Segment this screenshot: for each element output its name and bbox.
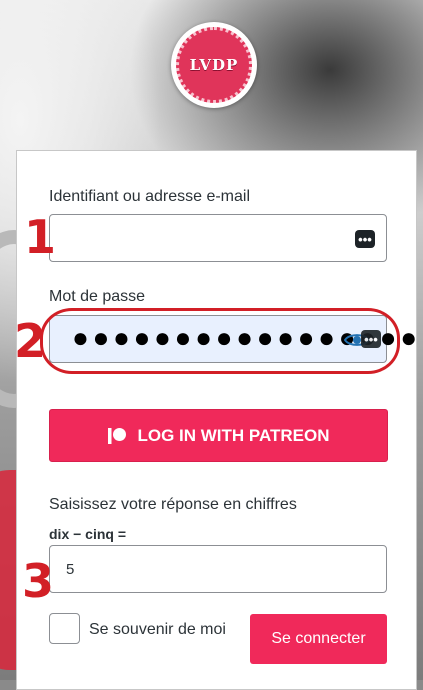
login-submit-button[interactable]: Se connecter	[250, 614, 387, 664]
logo-text: LVDP	[189, 56, 239, 74]
remember-me-label[interactable]: Se souvenir de moi	[89, 621, 226, 639]
username-input[interactable]	[50, 215, 386, 261]
annotation-number: 1	[24, 210, 57, 264]
annotation-number: 3	[22, 554, 55, 608]
patreon-icon	[108, 427, 127, 444]
captcha-expression: dix − cinq =	[49, 526, 127, 542]
remember-me-checkbox[interactable]	[49, 613, 80, 644]
username-field[interactable]: •••	[49, 214, 387, 262]
username-label: Identifiant ou adresse e-mail	[49, 188, 250, 205]
captcha-field[interactable]	[49, 545, 387, 593]
captcha-prompt: Saisissez votre réponse en chiffres	[49, 496, 297, 513]
password-manager-icon[interactable]: •••	[355, 230, 375, 248]
patreon-button-label: LOG IN WITH PATREON	[137, 425, 330, 445]
logo-badge: LVDP	[176, 27, 252, 103]
captcha-input[interactable]	[50, 546, 386, 592]
password-label: Mot de passe	[49, 288, 146, 305]
patreon-login-button[interactable]: LOG IN WITH PATREON	[49, 409, 388, 462]
annotation-number: 2	[14, 314, 47, 368]
annotation-highlight-ellipse	[40, 308, 400, 374]
site-logo[interactable]: LVDP	[171, 22, 257, 108]
